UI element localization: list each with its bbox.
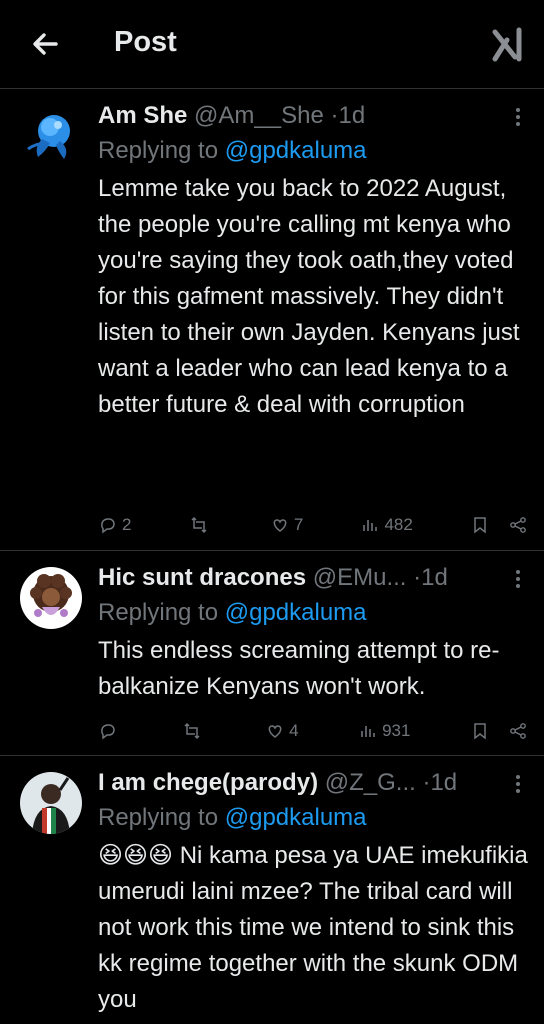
heart-icon — [268, 725, 282, 738]
reply-icon — [101, 724, 115, 740]
avatar[interactable] — [20, 772, 82, 834]
more-options-icon[interactable] — [506, 105, 530, 129]
secondary-actions — [470, 721, 528, 741]
repost-icon — [191, 516, 207, 534]
author-handle[interactable]: @Z_G... — [325, 769, 416, 796]
page-title: Post — [114, 26, 177, 58]
views-icon — [363, 520, 378, 531]
tweet-text: Lemme take you back to 2022 August, the … — [98, 175, 520, 418]
author-handle[interactable]: @Am__She — [194, 102, 324, 129]
view-count: 482 — [384, 515, 413, 534]
more-options-icon[interactable] — [506, 567, 530, 591]
replying-prefix: Replying to — [98, 599, 219, 626]
tweet-actions: 2 7 482 — [98, 511, 528, 539]
like-count: 4 — [289, 721, 299, 740]
avatar[interactable] — [20, 567, 82, 629]
arrow-left-icon[interactable] — [26, 24, 66, 64]
timestamp[interactable]: 1d — [430, 769, 457, 796]
tweet-meta: I am chege(parody) @Z_G... ·1d — [98, 768, 528, 798]
replying-to-mention[interactable]: @gpdkaluma — [225, 599, 367, 626]
reply-tweet[interactable]: Hic sunt dracones @EMu... ·1d Replying t… — [0, 551, 544, 756]
share-button[interactable] — [508, 515, 528, 535]
tweet-actions: 4 931 — [98, 717, 528, 745]
avatar[interactable] — [20, 105, 82, 167]
replying-to-mention[interactable]: @gpdkaluma — [225, 804, 367, 831]
replying-to: Replying to @gpdkaluma — [98, 135, 528, 167]
author-name[interactable]: Am She — [98, 102, 187, 129]
reply-tweet[interactable]: I am chege(parody) @Z_G... ·1d Replying … — [0, 756, 544, 1024]
separator: · — [413, 564, 422, 591]
replying-to: Replying to @gpdkaluma — [98, 802, 528, 834]
views-button[interactable]: 931 — [358, 721, 410, 741]
author-name[interactable]: I am chege(parody) — [98, 769, 318, 796]
bookmark-button[interactable] — [470, 721, 490, 741]
reply-tweet[interactable]: Am She @Am__She ·1d Replying to @gpdkalu… — [0, 89, 544, 551]
reply-icon — [101, 518, 115, 534]
timestamp[interactable]: 1d — [421, 564, 448, 591]
bookmark-button[interactable] — [470, 515, 490, 535]
replying-prefix: Replying to — [98, 804, 219, 831]
secondary-actions — [470, 515, 528, 535]
share-icon — [510, 723, 526, 739]
replying-prefix: Replying to — [98, 137, 219, 164]
more-options-icon[interactable] — [506, 772, 530, 796]
author-handle[interactable]: @EMu... — [313, 564, 407, 591]
tweet-text: 😆😆😆 Ni kama pesa ya UAE imekufikia umeru… — [98, 842, 528, 1013]
share-icon — [510, 517, 526, 533]
like-count: 7 — [293, 515, 304, 534]
bookmark-icon — [474, 723, 486, 740]
replying-to: Replying to @gpdkaluma — [98, 597, 528, 629]
grok-icon[interactable] — [490, 26, 526, 62]
views-button[interactable]: 482 — [360, 515, 413, 535]
heart-icon — [273, 519, 287, 532]
repost-icon — [184, 722, 200, 740]
top-bar: Post — [0, 0, 544, 89]
author-name[interactable]: Hic sunt dracones — [98, 564, 306, 591]
timestamp[interactable]: 1d — [338, 102, 365, 129]
view-count: 931 — [382, 721, 411, 740]
repost-button[interactable] — [182, 721, 206, 741]
share-button[interactable] — [508, 721, 528, 741]
tweet-text: This endless screaming attempt to re-bal… — [98, 637, 500, 700]
tweet-meta: Am She @Am__She ·1d — [98, 101, 528, 131]
like-button[interactable]: 4 — [265, 721, 299, 741]
like-button[interactable]: 7 — [270, 515, 303, 535]
reply-button[interactable] — [98, 721, 122, 741]
repost-button[interactable] — [189, 515, 213, 535]
reply-button[interactable]: 2 — [98, 515, 131, 535]
reply-count: 2 — [122, 515, 132, 534]
tweet-meta: Hic sunt dracones @EMu... ·1d — [98, 563, 528, 593]
views-icon — [361, 726, 375, 737]
bookmark-icon — [474, 517, 486, 534]
replying-to-mention[interactable]: @gpdkaluma — [225, 137, 367, 164]
